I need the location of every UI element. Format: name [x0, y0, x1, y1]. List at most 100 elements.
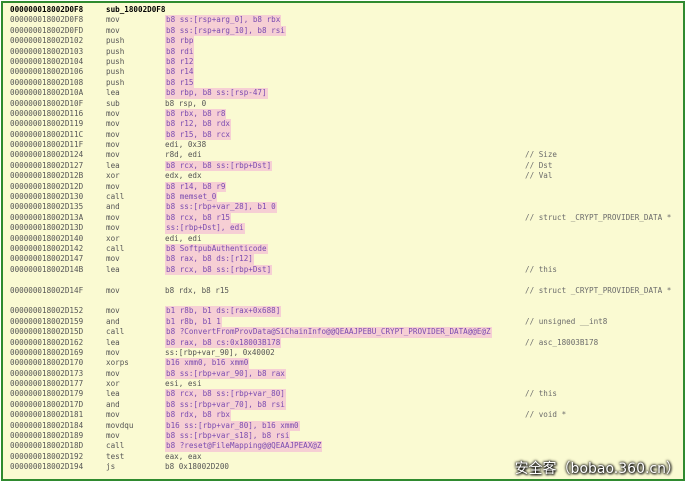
instruction-address: 000000018002D15D: [10, 327, 84, 337]
instruction-operands[interactable]: b8 ss:[rbp+var_s18], b8 rsi: [165, 431, 291, 442]
instruction-operands[interactable]: b1 r8b, b1 1: [165, 316, 222, 328]
instruction-operands[interactable]: b8 ?ConvertFromProvData@SiChainInfo@@QEA…: [165, 327, 492, 338]
instruction-row[interactable]: 000000018002D103 push b8 rdi: [3, 46, 683, 57]
instruction-operands[interactable]: ss:[rbp+Dst], edi: [165, 223, 245, 234]
instruction-row[interactable]: 000000018002D108 push b8 r15: [3, 77, 683, 89]
instruction-row[interactable]: 000000018002D179 lea b8 rcx, b8 ss:[rbp+va…: [3, 389, 683, 400]
instruction-row[interactable]: 000000018002D13D mov ss:[rbp+Dst], edi: [3, 223, 683, 234]
instruction-row[interactable]: 000000018002D12B xor edx, edx // Val: [3, 171, 683, 181]
instruction-row[interactable]: 000000018002D173 mov b8 ss:[rbp+var_90], b…: [3, 368, 683, 380]
instruction-operands[interactable]: ss:[rbp+var_90], 0x40002: [165, 348, 275, 358]
instruction-operands[interactable]: b1 r8b, b1 ds:[rax+0x688]: [165, 306, 282, 317]
instruction-row[interactable]: 000000018002D119 mov b8 r12, b8 rdx: [3, 119, 683, 130]
instruction-operands[interactable]: b8 r14: [165, 67, 195, 78]
instruction-row[interactable]: 000000018002D12D mov b8 r14, b8 r9: [3, 181, 683, 193]
instruction-operands[interactable]: b8 rbx, b8 r8: [165, 108, 227, 120]
instruction-row[interactable]: 000000018002D127 lea b8 rcx, b8 ss:[rbp+Ds…: [3, 160, 683, 172]
instruction-operands[interactable]: b8 ss:[rsp+arg_10], b8 rsi: [165, 25, 286, 37]
instruction-operands[interactable]: b8 rsp, 0: [165, 99, 206, 109]
instruction-row[interactable]: 000000018002D17D and b8 ss:[rbp+var_70], b…: [3, 399, 683, 411]
instruction-operands[interactable]: b8 rdi: [165, 46, 195, 57]
instruction-row[interactable]: 000000018002D11F mov edi, 0x38: [3, 140, 683, 150]
instruction-row[interactable]: 000000018002D170 xorps b16 xmm0, b16 xmm0: [3, 358, 683, 369]
instruction-operands[interactable]: r8d, edi: [165, 150, 202, 160]
instruction-row[interactable]: 000000018002D11C mov b8 r15, b8 rcx: [3, 129, 683, 141]
instruction-mnemonic: movdqu: [106, 420, 134, 430]
instruction-operands[interactable]: eax, eax: [165, 452, 202, 462]
instruction-operands[interactable]: b8 ?reset@FileMapping@@QEAAJPEAX@Z: [165, 441, 323, 452]
function-name[interactable]: sub_18002D0F8: [106, 5, 165, 15]
instruction-operands[interactable]: b8 rdx, b8 rbx: [165, 410, 232, 421]
instruction-address: 000000018002D108: [10, 77, 84, 87]
instruction-operands[interactable]: b8 rdx, b8 r15: [165, 286, 229, 296]
instruction-operands[interactable]: b8 ss:[rsp+arg_0], b8 rbx: [165, 15, 282, 26]
instruction-operands[interactable]: b16 ss:[rbp+var_80], b16 xmm0: [165, 420, 300, 432]
instruction-operands[interactable]: b8 r15: [165, 77, 195, 89]
instruction-operands[interactable]: b8 rax, b8 ds:[r12]: [165, 254, 254, 265]
instruction-row[interactable]: 000000018002D13A mov b8 rcx, b8 r15 // stru…: [3, 212, 683, 224]
instruction-operands[interactable]: b8 r12: [165, 56, 195, 68]
instruction-row[interactable]: 000000018002D104 push b8 r12: [3, 56, 683, 68]
instruction-operands[interactable]: edi, 0x38: [165, 140, 206, 150]
instruction-mnemonic: mov: [106, 15, 120, 25]
instruction-row[interactable]: 000000018002D142 call b8 SoftpubAuthentico…: [3, 243, 683, 255]
instruction-row[interactable]: 000000018002D140 xor edi, edi: [3, 234, 683, 244]
instruction-row[interactable]: 000000018002D169 mov ss:[rbp+var_90], 0x40…: [3, 348, 683, 358]
instruction-operands[interactable]: b8 rcx, b8 r15: [165, 212, 232, 224]
instruction-comment: // Val: [525, 171, 553, 181]
instruction-row[interactable]: 000000018002D106 push b8 r14: [3, 67, 683, 78]
instruction-operands[interactable]: b8 r14, b8 r9: [165, 181, 227, 193]
instruction-row[interactable]: 000000018002D130 call b8 memset_0: [3, 192, 683, 203]
instruction-row[interactable]: 000000018002D0FD mov b8 ss:[rsp+arg_10], b…: [3, 25, 683, 37]
instruction-address: 000000018002D11C: [10, 129, 84, 139]
instruction-row[interactable]: 000000018002D189 mov b8 ss:[rbp+var_s18], …: [3, 431, 683, 442]
instruction-operands[interactable]: b8 rax, b8 cs:0x18003B178: [165, 337, 282, 348]
instruction-row[interactable]: 000000018002D162 lea b8 rax, b8 cs:0x18003…: [3, 337, 683, 348]
instruction-row[interactable]: 000000018002D147 mov b8 rax, b8 ds:[r12]: [3, 254, 683, 265]
instruction-mnemonic: js: [106, 462, 116, 472]
instruction-mnemonic: mov: [106, 347, 120, 357]
instruction-operands[interactable]: b8 rbp: [165, 36, 195, 47]
instruction-row[interactable]: 000000018002D124 mov r8d, edi // Size: [3, 150, 683, 160]
instruction-operands[interactable]: b8 ss:[rbp+var_90], b8 rax: [165, 368, 286, 380]
instruction-row[interactable]: 000000018002D152 mov b1 r8b, b1 ds:[rax+0x…: [3, 306, 683, 317]
instruction-row[interactable]: 000000018002D0F8 mov b8 ss:[rsp+arg_0], b8…: [3, 15, 683, 26]
instruction-operands[interactable]: b8 rcx, b8 ss:[rbp+Dst]: [165, 264, 273, 276]
instruction-operands[interactable]: b16 xmm0, b16 xmm0: [165, 358, 250, 369]
instruction-row[interactable]: 000000018002D116 mov b8 rbx, b8 r8: [3, 108, 683, 120]
instruction-mnemonic: sub: [106, 98, 120, 108]
instruction-operands[interactable]: b8 SoftpubAuthenticode: [165, 243, 268, 255]
instruction-row[interactable]: 000000018002D177 xor esi, esi: [3, 379, 683, 389]
instruction-row[interactable]: 000000018002D102 push b8 rbp: [3, 36, 683, 47]
instruction-operands[interactable]: b8 memset_0: [165, 192, 218, 203]
instruction-row[interactable]: 000000018002D159 and b1 r8b, b1 1 // unsign…: [3, 316, 683, 328]
instruction-mnemonic: mov: [106, 150, 120, 160]
instruction-row[interactable]: 000000018002D15D call b8 ?ConvertFromProvD…: [3, 327, 683, 338]
instruction-row[interactable]: 000000018002D18D call b8 ?reset@FileMappin…: [3, 441, 683, 452]
instruction-operands[interactable]: b8 0x18002D200: [165, 462, 229, 472]
instruction-comment: // asc_18003B178: [525, 337, 599, 347]
instruction-operands[interactable]: esi, esi: [165, 379, 202, 389]
instruction-operands[interactable]: b8 r12, b8 rdx: [165, 119, 232, 130]
instruction-list: 000000018002D0F8 sub_18002D0F8 000000018…: [3, 5, 683, 473]
instruction-operands[interactable]: b8 rbp, b8 ss:[rsp-47]: [165, 88, 268, 99]
instruction-operands[interactable]: edi, edi: [165, 234, 202, 244]
instruction-address: 000000018002D194: [10, 462, 84, 472]
instruction-row[interactable]: 000000018002D181 mov b8 rdx, b8 rbx // void…: [3, 410, 683, 421]
instruction-row[interactable]: 000000018002D14F mov b8 rdx, b8 r15 // stru…: [3, 286, 683, 296]
instruction-operands[interactable]: b8 r15, b8 rcx: [165, 129, 232, 141]
instruction-operands[interactable]: b8 ss:[rbp+var_70], b8 rsi: [165, 399, 286, 411]
instruction-operands[interactable]: b8 ss:[rbp+var_28], b1 0: [165, 202, 277, 213]
instruction-operands[interactable]: b8 rcx, b8 ss:[rbp+var_80]: [165, 389, 286, 400]
instruction-row[interactable]: 000000018002D10F sub b8 rsp, 0: [3, 99, 683, 109]
instruction-operands[interactable]: edx, edx: [165, 171, 202, 181]
instruction-row[interactable]: 000000018002D184 movdqu b16 ss:[rbp+var_80…: [3, 420, 683, 432]
instruction-mnemonic: call: [106, 243, 125, 253]
instruction-address: 000000018002D14B: [10, 264, 84, 274]
instruction-row[interactable]: 000000018002D135 and b8 ss:[rbp+var_28], b…: [3, 202, 683, 213]
instruction-row[interactable]: 000000018002D10A lea b8 rbp, b8 ss:[rsp-47…: [3, 88, 683, 99]
instruction-address: 000000018002D179: [10, 389, 84, 399]
instruction-operands[interactable]: b8 rcx, b8 ss:[rbp+Dst]: [165, 160, 273, 172]
instruction-mnemonic: and: [106, 316, 120, 326]
instruction-row[interactable]: 000000018002D14B lea b8 rcx, b8 ss:[rbp+Ds…: [3, 264, 683, 276]
